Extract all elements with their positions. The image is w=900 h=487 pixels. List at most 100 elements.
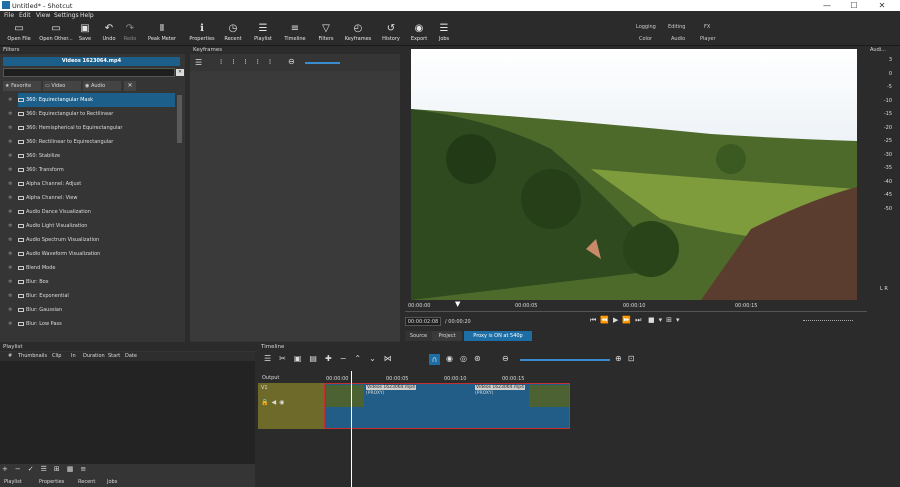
viewer-options-icons[interactable]: ■▾⊞▾	[648, 316, 684, 324]
favorite-star-icon[interactable]: ✲	[8, 247, 12, 261]
current-time-field[interactable]: 00:00:02:08	[405, 317, 441, 326]
favorite-star-icon[interactable]: ✲	[8, 149, 12, 163]
tab-playlist[interactable]: Playlist	[4, 477, 22, 487]
viewer-ruler[interactable]: 00:00:00 00:00:05 00:00:10 00:00:15 ▼	[405, 300, 867, 312]
favorite-star-icon[interactable]: ✲	[8, 205, 12, 219]
filter-list-item[interactable]: ✲ Audio Light Visualization	[8, 219, 175, 233]
playlist-action-icons[interactable]: +−✓☰⊞▦≡	[2, 465, 93, 473]
menu-settings[interactable]: Settings	[54, 12, 79, 19]
filter-list-item[interactable]: ✲ Alpha Channel: Adjust	[8, 177, 175, 191]
favorite-star-icon[interactable]: ✲	[8, 93, 12, 107]
filter-list-item[interactable]: ✲ 360: Equirectangular Mask	[8, 93, 175, 107]
timeline-button[interactable]: ≡ Timeline	[282, 21, 308, 46]
favorite-star-icon[interactable]: ✲	[8, 163, 12, 177]
timeline-playhead[interactable]	[351, 371, 352, 487]
filter-list-item[interactable]: ✲ Audio Spectrum Visualization	[8, 233, 175, 247]
favorite-star-icon[interactable]: ✲	[8, 289, 12, 303]
favorite-star-icon[interactable]: ✲	[8, 317, 12, 331]
redo-button[interactable]: ↷ Redo	[121, 21, 139, 46]
tab-source[interactable]: Source	[405, 331, 432, 341]
viewer-playhead-icon[interactable]: ▼	[455, 300, 460, 308]
filter-list-item[interactable]: ✲ Audio Dance Visualization	[8, 205, 175, 219]
playlist-list[interactable]	[0, 361, 255, 464]
volume-slider[interactable]	[803, 320, 853, 322]
favorite-star-icon[interactable]: ✲	[8, 233, 12, 247]
save-button[interactable]: ▣ Save	[76, 21, 94, 46]
maximize-button[interactable]: ☐	[842, 0, 866, 11]
menu-help[interactable]: Help	[80, 12, 94, 19]
tab-recent[interactable]: Recent	[78, 477, 95, 487]
recent-button[interactable]: ◷ Recent	[222, 21, 244, 46]
filter-list-item[interactable]: ✲ Blur: Exponential	[8, 289, 175, 303]
proxy-status-badge[interactable]: Proxy is ON at 540p	[464, 331, 532, 341]
favorite-star-icon[interactable]: ✲	[8, 261, 12, 275]
timeline-zoom-out-icon[interactable]: ⊖	[502, 354, 509, 363]
tab-project[interactable]: Project	[432, 331, 462, 341]
layout-audio[interactable]: Audio	[671, 36, 685, 42]
filter-list-item[interactable]: ✲ 360: Equirectangular to Rectilinear	[8, 107, 175, 121]
filter-list-item[interactable]: ✲ Audio Waveform Visualization	[8, 247, 175, 261]
timeline-ruler[interactable]: 00:00:00 00:00:05 00:00:10 00:00:15	[324, 373, 900, 383]
layout-fx[interactable]: FX	[704, 24, 710, 30]
export-button[interactable]: ◉ Export	[409, 21, 429, 46]
open-file-button[interactable]: ▭ Open File	[4, 21, 34, 46]
tab-favorite[interactable]: ★ Favorite	[3, 81, 41, 91]
favorite-star-icon[interactable]: ✲	[8, 191, 12, 205]
snap-magnet-icon[interactable]: ∩	[429, 354, 440, 365]
layout-logging[interactable]: Logging	[636, 24, 656, 30]
filters-button[interactable]: ▽ Filters	[314, 21, 338, 46]
favorite-star-icon[interactable]: ✲	[8, 303, 12, 317]
keyframe-zoom-slider[interactable]	[305, 62, 340, 64]
close-filter-list-icon[interactable]: ✕	[124, 81, 136, 91]
properties-button[interactable]: ℹ Properties	[186, 21, 218, 46]
favorite-star-icon[interactable]: ✲	[8, 219, 12, 233]
menu-file[interactable]: File	[4, 12, 14, 19]
filter-list-item[interactable]: ✲ 360: Transform	[8, 163, 175, 177]
filter-list-item[interactable]: ✲ 360: Rectilinear to Equirectangular	[8, 135, 175, 149]
filter-list-item[interactable]: ✲ Blend Mode	[8, 261, 175, 275]
layout-color[interactable]: Color	[639, 36, 652, 42]
jobs-button[interactable]: ☰ Jobs	[435, 21, 453, 46]
timeline-clip[interactable]: Videos 1623064.mp4 (PROXY)	[475, 385, 569, 427]
history-button[interactable]: ↺ History	[380, 21, 402, 46]
timeline-clip[interactable]: Videos 1623064.mp4 (PROXY)	[326, 385, 436, 427]
transport-controls[interactable]: ⏮⏪▶⏩⏭	[590, 316, 645, 325]
tab-jobs[interactable]: Jobs	[107, 477, 117, 487]
filter-list-item[interactable]: ✲ Blur: Gaussian	[8, 303, 175, 317]
clear-search-icon[interactable]: ✕	[176, 69, 184, 76]
timeline-zoom-slider[interactable]	[520, 359, 610, 361]
filter-search-input[interactable]	[3, 68, 175, 77]
tab-properties[interactable]: Properties	[39, 477, 64, 487]
favorite-star-icon[interactable]: ✲	[8, 177, 12, 191]
filter-list-item[interactable]: ✲ Alpha Channel: View	[8, 191, 175, 205]
close-button[interactable]: ✕	[870, 0, 894, 11]
favorite-star-icon[interactable]: ✲	[8, 135, 12, 149]
peak-meter-button[interactable]: Ⅱ Peak Meter	[146, 21, 178, 46]
tab-video[interactable]: ▭ Video	[43, 81, 81, 91]
filter-list-item[interactable]: ✲ 360: Stabilize	[8, 149, 175, 163]
keyframes-menu-icon[interactable]: ☰	[195, 58, 202, 67]
favorite-star-icon[interactable]: ✲	[8, 121, 12, 135]
filter-list-item[interactable]: ✲ Blur: Low Pass	[8, 317, 175, 331]
tab-audio[interactable]: ◉ Audio	[83, 81, 121, 91]
favorite-star-icon[interactable]: ✲	[8, 275, 12, 289]
playlist-button[interactable]: ☰ Playlist	[250, 21, 276, 46]
keyframe-nav-icons[interactable]: ⁞⁞⁞⁞⁞	[220, 58, 281, 66]
menu-edit[interactable]: Edit	[19, 12, 31, 19]
track-header-v1[interactable]: V1 🔒◀︎◉	[258, 383, 324, 429]
keyframes-button[interactable]: ◴ Keyframes	[343, 21, 373, 46]
track-controls-icons[interactable]: 🔒◀︎◉	[261, 399, 287, 406]
layout-player[interactable]: Player	[700, 36, 716, 42]
ripple-scrub-icons[interactable]: ◉◎⊛	[446, 354, 488, 363]
zoom-out-icon[interactable]: ⊖	[288, 57, 295, 66]
filter-list-item[interactable]: ✲ Blur: Box	[8, 275, 175, 289]
open-other-button[interactable]: ▭ Open Other...	[38, 21, 74, 46]
favorite-star-icon[interactable]: ✲	[8, 107, 12, 121]
minimize-button[interactable]: —	[815, 0, 839, 11]
zoom-fit-icons[interactable]: ⊕⊡	[615, 354, 640, 363]
filter-list-scrollbar[interactable]	[177, 95, 182, 143]
layout-editing[interactable]: Editing	[668, 24, 685, 30]
timeline-toolbar-icons[interactable]: ☰✂▣▤✚−⌃⌄⋈	[264, 354, 400, 363]
undo-button[interactable]: ↶ Undo	[100, 21, 118, 46]
filter-list-item[interactable]: ✲ 360: Hemispherical to Equirectangular	[8, 121, 175, 135]
